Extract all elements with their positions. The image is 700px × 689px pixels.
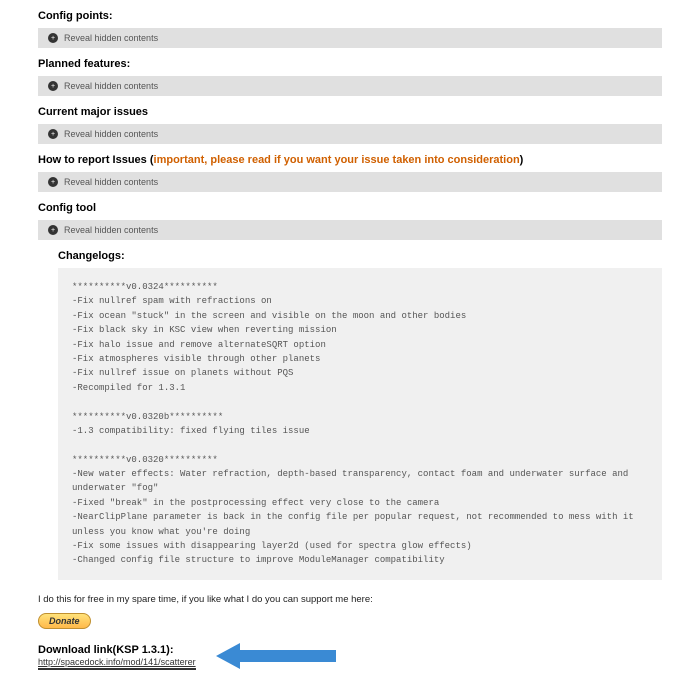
heading-text: Planned features <box>38 58 127 70</box>
heading-text: Changelogs <box>58 250 121 262</box>
plus-icon: + <box>48 177 58 187</box>
donate-label: Donate <box>49 616 80 626</box>
issues-heading: Current major issues <box>38 106 662 118</box>
config-points-heading: Config points: <box>38 10 662 22</box>
section-config-tool: Config tool + Reveal hidden contents <box>38 202 662 240</box>
reveal-issues[interactable]: + Reveal hidden contents <box>38 124 662 144</box>
section-changelogs: Changelogs: **********v0.0324********** … <box>38 250 662 580</box>
reveal-label: Reveal hidden contents <box>64 33 158 43</box>
heading-suffix: ) <box>520 154 524 166</box>
plus-icon: + <box>48 129 58 139</box>
arrow-left-icon <box>216 643 336 669</box>
reveal-label: Reveal hidden contents <box>64 81 158 91</box>
planned-heading: Planned features: <box>38 58 662 70</box>
section-report: How to report Issues (important, please … <box>38 154 662 192</box>
reveal-label: Reveal hidden contents <box>64 177 158 187</box>
heading-orange: important, please read if you want your … <box>154 154 520 166</box>
report-heading: How to report Issues (important, please … <box>38 154 662 166</box>
support-text: I do this for free in my spare time, if … <box>38 594 662 605</box>
plus-icon: + <box>48 81 58 91</box>
section-issues: Current major issues + Reveal hidden con… <box>38 106 662 144</box>
reveal-report[interactable]: + Reveal hidden contents <box>38 172 662 192</box>
download-heading: Download link(KSP 1.3.1): <box>38 644 196 656</box>
section-config-points: Config points: + Reveal hidden contents <box>38 10 662 48</box>
heading-text: Current major issues <box>38 106 148 118</box>
reveal-planned[interactable]: + Reveal hidden contents <box>38 76 662 96</box>
changelog-content: **********v0.0324********** -Fix nullref… <box>58 268 662 580</box>
reveal-label: Reveal hidden contents <box>64 129 158 139</box>
config-tool-heading: Config tool <box>38 202 662 214</box>
reveal-label: Reveal hidden contents <box>64 225 158 235</box>
donate-button[interactable]: Donate <box>38 613 91 629</box>
changelogs-heading: Changelogs: <box>58 250 662 262</box>
plus-icon: + <box>48 33 58 43</box>
reveal-config-points[interactable]: + Reveal hidden contents <box>38 28 662 48</box>
download-link[interactable]: http://spacedock.info/mod/141/scatterer <box>38 657 196 670</box>
download-section: Download link(KSP 1.3.1): http://spacedo… <box>38 643 662 669</box>
section-planned: Planned features: + Reveal hidden conten… <box>38 58 662 96</box>
heading-text: Config tool <box>38 202 96 214</box>
heading-text: Config points <box>38 10 109 22</box>
reveal-config-tool[interactable]: + Reveal hidden contents <box>38 220 662 240</box>
heading-prefix: How to report Issues ( <box>38 154 154 166</box>
plus-icon: + <box>48 225 58 235</box>
